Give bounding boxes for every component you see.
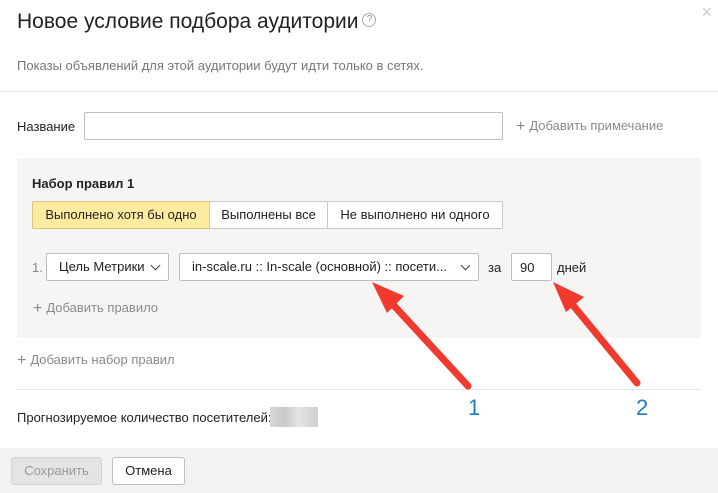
dialog-footer — [0, 448, 718, 493]
cancel-button[interactable]: Отмена — [112, 457, 185, 485]
save-button[interactable]: Сохранить — [11, 457, 102, 485]
arrow-2 — [553, 282, 641, 387]
annotation-label-1: 1 — [468, 395, 481, 420]
annotation-arrows — [372, 282, 641, 390]
annotation-label-2: 2 — [636, 395, 649, 420]
arrow-1 — [372, 282, 472, 390]
